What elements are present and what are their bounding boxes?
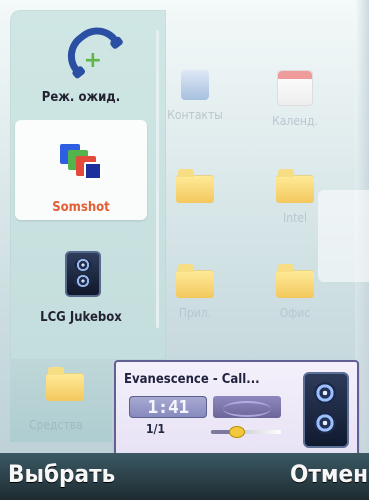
waveform-display — [213, 396, 281, 418]
switcher-label-lcg-jukebox: LCG Jukebox — [40, 310, 122, 325]
grid-item-calendar[interactable]: Календ. — [250, 70, 340, 128]
phone-icon: + — [56, 17, 121, 78]
switcher-item-somshot[interactable]: Somshot — [15, 120, 147, 220]
grid-item-office[interactable]: Офис — [250, 264, 340, 320]
app-switcher-scrollbar[interactable] — [156, 30, 159, 328]
grid-label-intel: Intel — [283, 211, 307, 225]
switcher-item-lcg-jukebox[interactable]: LCG Jukebox — [15, 230, 147, 330]
speaker-icon — [303, 372, 349, 448]
progress-knob[interactable] — [228, 426, 245, 438]
waveform-icon — [223, 401, 271, 417]
grid-item-intel[interactable]: Intel — [250, 169, 340, 225]
folder-icon — [276, 264, 314, 298]
phone-screen: Контакты Календ. Intel Прил. Офис + Реж.… — [0, 0, 369, 500]
progress-slider[interactable] — [211, 426, 281, 438]
contacts-icon — [181, 70, 209, 100]
grid-label-apps: Прил. — [178, 306, 212, 320]
grid-label-office: Офис — [279, 306, 311, 320]
folder-icon — [176, 169, 214, 203]
folder-icon — [176, 264, 214, 298]
select-softkey[interactable]: Выбрать — [8, 460, 115, 488]
switcher-label-somshot: Somshot — [52, 200, 110, 215]
grid-label-contacts: Контакты — [167, 108, 223, 122]
track-title: Evanescence - Call... — [124, 372, 260, 387]
track-counter: 1/1 — [146, 422, 165, 436]
music-player-widget[interactable]: Evanescence - Call... 1:41 1/1 — [114, 360, 359, 457]
cancel-softkey[interactable]: Отмена — [290, 460, 369, 488]
softkey-bar: Выбрать Отмена — [0, 453, 369, 500]
app-switcher-panel: + Реж. ожид. Somshot LCG Jukebox — [10, 10, 166, 360]
jukebox-icon — [56, 248, 106, 298]
folder-icon — [46, 367, 84, 401]
switcher-item-standby[interactable]: + Реж. ожид. — [15, 10, 147, 110]
switcher-label-standby: Реж. ожид. — [41, 90, 121, 105]
track-time-display: 1:41 — [129, 396, 207, 418]
grid-label-calendar: Календ. — [272, 114, 318, 128]
track-time: 1:41 — [147, 397, 189, 418]
screenshot-icon — [56, 138, 106, 188]
bottom-item-label: Средства — [29, 418, 83, 432]
folder-icon — [276, 169, 314, 203]
calendar-icon — [277, 70, 313, 106]
background-bottom-item[interactable]: Средства — [10, 360, 112, 442]
background-app-grid: Контакты Календ. Intel Прил. Офис — [150, 40, 369, 360]
